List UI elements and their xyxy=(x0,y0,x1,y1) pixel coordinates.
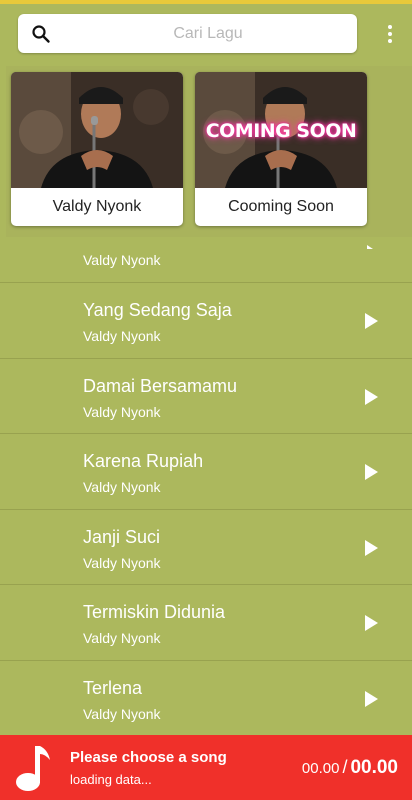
time-separator: / xyxy=(342,757,348,777)
song-title: Karena Rupiah xyxy=(83,451,204,471)
play-icon[interactable] xyxy=(365,313,378,329)
current-time: 00.00 xyxy=(301,760,340,777)
song-row[interactable]: Damai Bersamamu Valdy Nyonk xyxy=(0,357,412,434)
coming-soon-overlay: COMING SOON xyxy=(205,120,357,142)
song-artist: Valdy Nyonk xyxy=(83,630,161,646)
song-row[interactable]: Valdy Nyonk xyxy=(0,237,412,282)
coming-soon-thumbnail: COMING SOON xyxy=(195,72,367,188)
total-time: 00.00 xyxy=(350,757,398,778)
song-title: Janji Suci xyxy=(83,526,161,547)
play-icon[interactable] xyxy=(365,539,378,556)
playback-time: 00.00/00.00 xyxy=(302,757,398,779)
now-playing-title: Please choose a song xyxy=(70,749,227,766)
singer-thumbnail xyxy=(11,72,183,188)
featured-carousel: Valdy Nyonk COMING SOON Cooming Soon xyxy=(6,66,412,237)
song-row[interactable]: Karena Rupiah Valdy Nyonk xyxy=(0,433,412,509)
search-box[interactable] xyxy=(18,14,357,53)
featured-card-label: Cooming Soon xyxy=(228,198,334,215)
song-title: Yang Sedang Saja xyxy=(83,300,232,320)
play-icon[interactable] xyxy=(365,615,378,631)
song-artist: Valdy Nyonk xyxy=(83,705,161,722)
song-artist: Valdy Nyonk xyxy=(83,403,161,420)
song-row[interactable]: Terlena Valdy Nyonk xyxy=(0,659,412,736)
play-icon[interactable] xyxy=(365,388,378,405)
play-icon[interactable] xyxy=(367,245,373,249)
song-list: Valdy Nyonk Yang Sedang Saja Valdy Nyonk… xyxy=(0,237,412,735)
play-icon[interactable] xyxy=(365,690,378,707)
song-row[interactable]: Janji Suci Valdy Nyonk xyxy=(0,508,412,585)
song-artist: Valdy Nyonk xyxy=(83,554,161,571)
song-title: Termiskin Didunia xyxy=(83,602,226,622)
featured-card-label: Valdy Nyonk xyxy=(52,198,142,215)
now-playing-status: loading data... xyxy=(70,772,152,787)
featured-card-valdy-nyonk[interactable]: Valdy Nyonk xyxy=(11,72,183,226)
now-playing-bar[interactable]: Please choose a song loading data... 00.… xyxy=(0,735,412,800)
music-note-icon xyxy=(16,746,50,791)
song-row[interactable]: Yang Sedang Saja Valdy Nyonk xyxy=(0,282,412,358)
featured-card-coming-soon[interactable]: COMING SOON Cooming Soon xyxy=(195,72,367,226)
play-icon[interactable] xyxy=(365,464,378,480)
song-artist: Valdy Nyonk xyxy=(83,328,161,344)
top-bar xyxy=(0,4,412,60)
search-icon xyxy=(32,25,50,43)
song-row[interactable]: Termiskin Didunia Valdy Nyonk xyxy=(0,584,412,660)
song-artist: Valdy Nyonk xyxy=(83,252,161,268)
song-title: Damai Bersamamu xyxy=(83,375,238,396)
song-artist: Valdy Nyonk xyxy=(83,479,161,495)
search-input[interactable] xyxy=(68,14,348,53)
more-vert-icon[interactable] xyxy=(386,25,394,45)
song-title: Terlena xyxy=(83,677,143,698)
